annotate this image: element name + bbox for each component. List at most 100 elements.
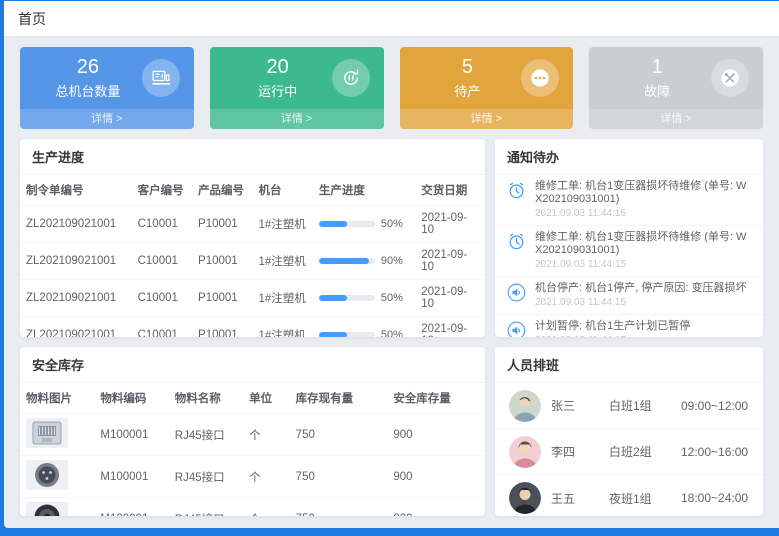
stat-card[interactable]: 1 故障 详情 > [589, 47, 763, 129]
cell-machine: 1#注塑机 [252, 280, 312, 317]
progress-bar: 50% [319, 292, 409, 304]
cell-material-image [20, 414, 94, 456]
person-name: 王五 [551, 490, 599, 507]
cell-progress: 50% [313, 317, 415, 338]
dashboard-content: 26 总机台数量 详情 > 20 运行中 [4, 37, 779, 528]
stat-card-main: 20 运行中 [210, 47, 384, 109]
cell-product-no: P10001 [192, 243, 252, 280]
ellipsis-icon [521, 59, 559, 97]
cell-current-stock: 750 [290, 414, 388, 456]
cell-material-name: RJ45接口 [169, 414, 243, 456]
stat-card-text: 5 待产 [414, 56, 522, 100]
cell-delivery-date: 2021-09-10 [415, 243, 485, 280]
avatar [509, 482, 541, 514]
person-time: 12:00~16:00 [681, 445, 749, 459]
stat-card[interactable]: 26 总机台数量 详情 > [20, 47, 194, 129]
cell-order-no: ZL202109021001 [20, 280, 132, 317]
cell-product-no: P10001 [192, 280, 252, 317]
detail-link[interactable]: 详情 > [210, 109, 384, 129]
dashboard-app: 首页 26 总机台数量 详情 > [4, 1, 779, 528]
alarm-clock-icon [507, 181, 527, 201]
notice-item[interactable]: 机台停产: 机台1停产, 停产原因: 变压器损坏 2021.09.03 11:4… [495, 277, 763, 315]
progress-percent: 50% [381, 329, 403, 337]
person-name: 张三 [551, 397, 599, 414]
schedule-row: 张三 白班1组 09:00~12:00 [495, 383, 763, 429]
stat-card-text: 26 总机台数量 [34, 56, 142, 100]
col-customer-no: 客户编号 [132, 175, 192, 206]
notice-time: 2021.09.03 11:44:15 [535, 297, 751, 309]
cell-order-no: ZL202109021001 [20, 317, 132, 338]
cell-unit: 个 [243, 456, 290, 498]
stat-value: 5 [414, 56, 522, 78]
schedule-row: 王五 夜班1组 18:00~24:00 [495, 475, 763, 516]
notice-text: 计划暂停: 机台1生产计划已暂停 [535, 320, 751, 333]
stat-card[interactable]: 5 待产 详情 > [400, 47, 574, 129]
stat-card-main: 26 总机台数量 [20, 47, 194, 109]
cell-customer-no: C10001 [132, 280, 192, 317]
progress-fill [319, 332, 347, 337]
col-material-code: 物料编码 [94, 383, 168, 414]
progress-bar: 90% [319, 255, 409, 267]
detail-link[interactable]: 详情 > [589, 109, 763, 129]
progress-percent: 50% [381, 292, 403, 304]
avatar [509, 390, 541, 422]
machine-icon [142, 59, 180, 97]
schedule-row: 李四 白班2组 12:00~16:00 [495, 429, 763, 475]
cell-progress: 90% [313, 243, 415, 280]
progress-fill [319, 295, 347, 301]
progress-track [319, 258, 375, 264]
stat-label: 待产 [414, 81, 522, 100]
production-row: ZL202109021001 C10001 P10001 1#注塑机 50% [20, 206, 485, 243]
photo-speaker-icon [26, 502, 68, 516]
notice-text: 机台停产: 机台1停产, 停产原因: 变压器损坏 [535, 282, 751, 295]
cell-unit: 个 [243, 414, 290, 456]
cell-progress: 50% [313, 206, 415, 243]
cell-machine: 1#注塑机 [252, 243, 312, 280]
notices-panel: 通知待办 维修工单: 机台1变压器损坏待维修 (单号: WX2021090310… [495, 139, 763, 337]
cell-safety-stock: 900 [387, 414, 485, 456]
notice-time: 2021.09.03 11:44:15 [535, 259, 751, 271]
cell-progress: 50% [313, 280, 415, 317]
notice-body: 维修工单: 机台1变压器损坏待维修 (单号: WX202109031001) 2… [535, 180, 751, 220]
production-panel: 生产进度 制令单编号 客户编号 产品编号 机台 生产进度 交货日期 [20, 139, 485, 337]
notice-item[interactable]: 维修工单: 机台1变压器损坏待维修 (单号: WX202109031001) 2… [495, 175, 763, 226]
col-current-stock: 库存现有量 [290, 383, 388, 414]
col-material-name: 物料名称 [169, 383, 243, 414]
stat-label: 故障 [603, 81, 711, 100]
cell-material-name: RJ45接口 [169, 498, 243, 517]
page-title: 首页 [18, 11, 46, 27]
inventory-header-row: 物料图片 物料编码 物料名称 单位 库存现有量 安全库存量 [20, 383, 485, 414]
detail-link[interactable]: 详情 > [20, 109, 194, 129]
cell-order-no: ZL202109021001 [20, 243, 132, 280]
cell-customer-no: C10001 [132, 206, 192, 243]
stat-card[interactable]: 20 运行中 详情 > [210, 47, 384, 129]
stat-value: 20 [224, 56, 332, 78]
progress-bar: 50% [319, 329, 409, 337]
stat-value: 26 [34, 56, 142, 78]
cell-material-code: M100001 [94, 414, 168, 456]
notice-item[interactable]: 维修工单: 机台1变压器损坏待维修 (单号: WX202109031001) 2… [495, 226, 763, 277]
production-row: ZL202109021001 C10001 P10001 1#注塑机 90% [20, 243, 485, 280]
cell-customer-no: C10001 [132, 243, 192, 280]
detail-link[interactable]: 详情 > [400, 109, 574, 129]
repair-tools-icon [711, 59, 749, 97]
inventory-row: M100001 RJ45接口 个 750 900 [20, 456, 485, 498]
person-time: 18:00~24:00 [681, 491, 749, 505]
progress-percent: 90% [381, 255, 403, 267]
progress-bar: 50% [319, 218, 409, 230]
panels-grid: 生产进度 制令单编号 客户编号 产品编号 机台 生产进度 交货日期 [20, 139, 763, 516]
cell-customer-no: C10001 [132, 317, 192, 338]
col-machine: 机台 [252, 175, 312, 206]
inventory-panel-title: 安全库存 [20, 347, 485, 383]
production-table: 制令单编号 客户编号 产品编号 机台 生产进度 交货日期 ZL202109021 [20, 175, 485, 337]
cell-delivery-date: 2021-09-10 [415, 317, 485, 338]
stat-value: 1 [603, 56, 711, 78]
cell-product-no: P10001 [192, 206, 252, 243]
progress-fill [319, 258, 369, 264]
cell-material-image [20, 456, 94, 498]
notice-item[interactable]: 计划暂停: 机台1生产计划已暂停 2021.09.03 11:44:15 [495, 315, 763, 337]
stat-label: 总机台数量 [34, 81, 142, 100]
cell-machine: 1#注塑机 [252, 317, 312, 338]
stat-card-text: 20 运行中 [224, 56, 332, 100]
schedule-panel: 人员排班 张三 白班1组 09:00~12:00 李四 [495, 347, 763, 516]
